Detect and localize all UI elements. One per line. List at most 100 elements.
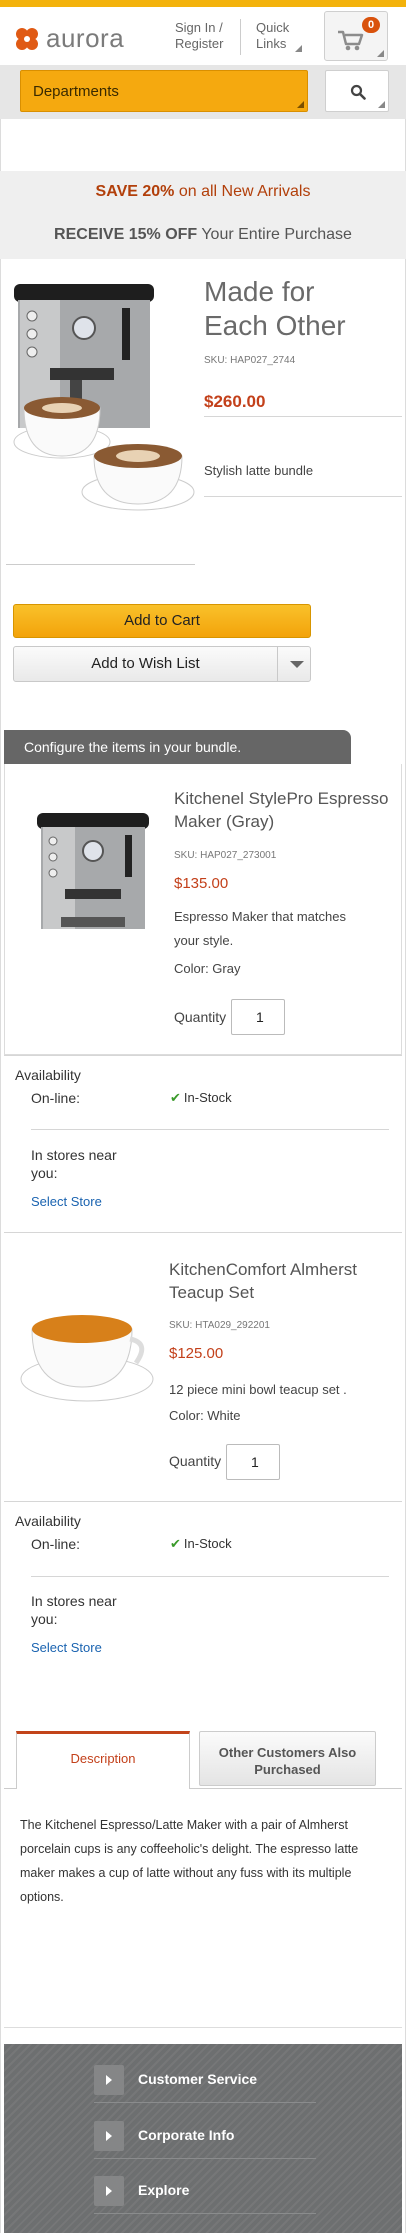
stores-line1: In stores near (31, 1593, 117, 1609)
image-divider (6, 564, 195, 565)
departments-dropdown[interactable]: Departments (20, 70, 308, 112)
check-icon: ✔ (170, 1090, 181, 1105)
site-footer: Customer Service Corporate Info Explore (4, 2044, 402, 2233)
online-label: On-line: (31, 1090, 81, 1106)
tab-other-line1: Other Customers Also (218, 1745, 357, 1760)
stores-nearby-label: In stores near you: (31, 1146, 141, 1182)
cart-count-badge: 0 (362, 17, 380, 33)
footer-item-label: Explore (138, 2182, 190, 2198)
bundle-item-card: Kitchenel StylePro Espresso Maker (Gray)… (4, 764, 402, 1055)
availability-heading: Availability (15, 1513, 81, 1529)
quick-links-button[interactable]: Quick Links (256, 20, 289, 52)
footer-item-corporate-info[interactable]: Corporate Info (94, 2115, 316, 2159)
stores-line2: you: (31, 1165, 58, 1181)
quantity-input[interactable]: 1 (231, 999, 285, 1035)
promo-line1-rest: on all New Arrivals (174, 183, 311, 200)
promo-line1-bold: SAVE 20% (95, 183, 175, 200)
product-title-line1: Made for (204, 276, 315, 307)
aurora-flower-icon (16, 27, 38, 50)
chevron-right-icon (94, 2176, 124, 2206)
price-divider (204, 416, 402, 417)
item-divider (4, 1501, 402, 1502)
footer-item-customer-service[interactable]: Customer Service (94, 2059, 316, 2103)
signin-line1: Sign In / (175, 20, 223, 35)
tab-other-customers[interactable]: Other Customers Also Purchased (199, 1731, 376, 1786)
item-desc-line2: your style. (174, 933, 234, 948)
item-divider (4, 1055, 402, 1056)
tab-other-line2: Purchased (254, 1762, 321, 1777)
bundle-item-title[interactable]: KitchenComfort Almherst Teacup Set (169, 1258, 357, 1304)
add-to-cart-button[interactable]: Add to Cart (13, 604, 311, 638)
bundle-config-header: Configure the items in your bundle. (4, 730, 351, 764)
stores-nearby-label: In stores near you: (31, 1592, 141, 1628)
product-title: Made for Each Other (204, 275, 346, 343)
check-icon: ✔ (170, 1536, 181, 1551)
top-accent-strip (0, 0, 406, 7)
aurora-logo[interactable]: aurora (14, 23, 124, 54)
description-divider (204, 496, 402, 497)
quantity-label: Quantity (169, 1453, 222, 1469)
bundle-item-price: $125.00 (169, 1345, 224, 1362)
online-status-text: In-Stock (183, 1090, 232, 1105)
header-divider (240, 19, 241, 55)
teacup-image (20, 1315, 154, 1402)
promo-line-1: SAVE 20% on all New Arrivals (0, 183, 406, 201)
select-store-link[interactable]: Select Store (31, 1640, 102, 1655)
product-short-description: Stylish latte bundle (204, 463, 314, 478)
search-button[interactable] (325, 70, 389, 112)
chevron-right-icon (94, 2121, 124, 2151)
promo-banner[interactable]: SAVE 20% on all New Arrivals RECEIVE 15%… (0, 171, 406, 259)
chevron-down-icon[interactable] (290, 661, 304, 668)
add-to-wishlist-button[interactable]: Add to Wish List (13, 646, 311, 682)
sign-in-register-link[interactable]: Sign In / Register (175, 20, 223, 52)
bundle-item-description: 12 piece mini bowl teacup set . (169, 1382, 347, 1397)
footer-item-label: Customer Service (138, 2071, 258, 2087)
bundle-item-sku: SKU: HAP027_273001 (174, 850, 277, 861)
tab-description[interactable]: Description (16, 1731, 190, 1789)
bundle-item-sku: SKU: HTA029_292201 (169, 1320, 270, 1331)
cart-corner-icon (377, 50, 384, 57)
quick-links-corner-icon (295, 45, 302, 52)
departments-bar: Departments (0, 65, 406, 119)
stores-line1: In stores near (31, 1147, 117, 1163)
promo-line2-rest: Your Entire Purchase (197, 226, 352, 243)
espresso-maker-image (37, 813, 149, 929)
cart-button[interactable]: 0 (324, 11, 388, 61)
logo-text: aurora (46, 23, 125, 53)
footer-item-explore[interactable]: Explore (94, 2170, 316, 2214)
content-bottom-divider (4, 2027, 402, 2028)
item-title-line2: Maker (Gray) (174, 812, 275, 831)
promo-line2-bold: RECEIVE 15% OFF (54, 226, 198, 243)
bundle-item-price: $135.00 (174, 875, 229, 892)
item-desc-line1: Espresso Maker that matches (174, 909, 346, 924)
item-title-line2: Teacup Set (169, 1283, 255, 1302)
promo-line-2: RECEIVE 15% OFF Your Entire Purchase (0, 226, 406, 244)
product-long-description: The Kitchenel Espresso/Latte Maker with … (20, 1818, 359, 1904)
quantity-label: Quantity (174, 1009, 227, 1025)
bundle-config-label: Configure the items in your bundle. (24, 739, 242, 755)
product-title-line2: Each Other (204, 310, 346, 341)
departments-label: Departments (33, 83, 119, 100)
availability-divider (31, 1129, 389, 1130)
item-title-line1: KitchenComfort Almherst (169, 1260, 358, 1279)
site-header: aurora Sign In / Register Quick Links 0 (0, 7, 406, 65)
stores-line2: you: (31, 1611, 58, 1627)
online-status-text: In-Stock (183, 1536, 232, 1551)
online-status: ✔ In-Stock (170, 1090, 232, 1106)
select-store-link[interactable]: Select Store (31, 1194, 102, 1209)
availability-heading: Availability (15, 1067, 81, 1083)
availability-divider (31, 1576, 389, 1577)
quick-line2: Links (256, 36, 287, 51)
quantity-input[interactable]: 1 (226, 1444, 280, 1480)
departments-corner-icon (297, 101, 304, 108)
bundle-item-color: Color: White (169, 1408, 241, 1423)
bundle-item-title[interactable]: Kitchenel StylePro Espresso Maker (Gray) (174, 787, 389, 833)
wishlist-separator (277, 647, 278, 681)
item-title-line1: Kitchenel StylePro Espresso (174, 789, 389, 808)
signin-line2: Register (175, 36, 224, 51)
bundle-item-description: Espresso Maker that matches your style. (174, 905, 346, 953)
wishlist-label: Add to Wish List (91, 655, 200, 672)
bundle-item-color: Color: Gray (174, 961, 241, 976)
card-divider (4, 1232, 402, 1233)
online-label: On-line: (31, 1536, 81, 1552)
